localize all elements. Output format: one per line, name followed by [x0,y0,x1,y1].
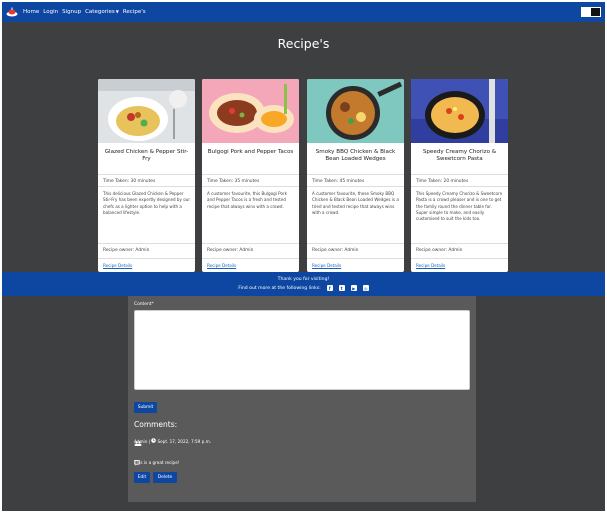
recipe-owner: Recipe owner: Admin [312,248,359,253]
recipe-description: This delicious Glazed Chicken & Pepper S… [103,191,191,215]
recipe-details-link[interactable]: Recipe Details [312,263,341,268]
recipe-time: Time Taken: 35 minutes [207,179,260,184]
comments-heading: Comments: [134,420,178,429]
comment-date: Sept. 17, 2022, 7:59 p.m. [157,438,212,444]
card-divider [202,243,299,244]
page-title: Recipe's [277,36,330,51]
recipe-owner: Recipe owner: Admin [416,248,463,253]
recipe-title: Smoky BBQ Chicken & Black Bean Loaded We… [315,149,396,163]
clock-icon [151,438,157,444]
content-label: Content* [134,302,154,307]
card-divider [411,186,508,187]
footer-thanks: Thank you for visiting! [277,277,330,282]
nav-login-link[interactable]: Login [43,9,58,15]
logo-icon[interactable] [5,5,19,19]
recipe-card: Glazed Chicken & Pepper Stir-Fry Time Ta… [98,79,195,272]
delete-button[interactable]: Delete [153,472,177,483]
recipe-description: A customer favourite, this Bulgogi Pork … [207,191,288,209]
card-divider [98,174,195,175]
caret-down-icon: ▼ [115,9,119,14]
recipe-card: Speedy Creamy Chorizo & Sweetcorn Pasta … [411,79,508,272]
toggle-dark-half [591,8,600,16]
nav-recipes-link[interactable]: Recipe's [123,9,146,15]
card-divider [202,258,299,259]
recipe-time: Time Taken: 45 minutes [312,179,365,184]
recipe-title: Speedy Creamy Chorizo & Sweetcorn Pasta [422,149,497,163]
card-divider [411,174,508,175]
card-divider [307,258,404,259]
submit-button[interactable]: Submit [134,402,157,413]
edit-button[interactable]: Edit [134,472,150,483]
card-divider [307,186,404,187]
site-footer: Thank you for visiting! Find out more at… [2,272,605,296]
recipe-card: Bulgogi Pork and Pepper Tacos Time Taken… [202,79,299,272]
recipe-title: Glazed Chicken & Pepper Stir-Fry [104,149,189,163]
comment-content-input[interactable] [134,310,470,390]
facebook-icon[interactable]: f [326,285,333,291]
nav-categories-label: Categories [85,9,115,15]
recipe-image[interactable] [411,79,508,143]
nav-signup-link[interactable]: Signup [62,9,81,15]
recipe-time: Time Taken: 20 minutes [416,179,469,184]
recipe-time: Time Taken: 30 minutes [103,179,156,184]
card-divider [202,174,299,175]
comment-panel: Content* Submit Comments: Admin | Sept. … [128,296,476,502]
card-divider [98,243,195,244]
nav-categories-dropdown[interactable]: Categories▼ [85,9,119,15]
comment-meta: Admin | Sept. 17, 2022, 7:59 p.m. [134,438,211,444]
page-frame: Home Login Signup Categories▼ Recipe's R… [2,2,605,511]
footer-links-row: Find out more at the following links: f … [2,285,605,291]
recipe-description: This Speedy Creamy Chorizo & Sweetcorn P… [416,191,503,222]
card-divider [411,258,508,259]
recipe-title: Bulgogi Pork and Pepper Tacos [207,149,294,155]
twitter-icon[interactable]: t [338,285,345,291]
card-divider [307,243,404,244]
instagram-icon[interactable]: ◎ [362,285,369,291]
footer-find-more: Find out more at the following links: [238,285,321,291]
recipe-owner: Recipe owner: Admin [207,248,254,253]
recipe-image[interactable] [98,79,195,143]
recipe-image[interactable] [307,79,404,143]
card-divider [307,174,404,175]
recipe-description: A customer favourite, these Smoky BBQ Ch… [312,191,399,215]
nav-home-link[interactable]: Home [23,9,39,15]
youtube-icon[interactable]: ▶ [350,285,357,291]
theme-toggle[interactable] [581,7,601,17]
comment-body: This is a great recipe! [134,460,180,465]
toggle-light-half [582,8,591,16]
recipe-image[interactable] [202,79,299,143]
recipe-owner: Recipe owner: Admin [103,248,150,253]
recipe-details-link[interactable]: Recipe Details [207,263,236,268]
card-divider [98,186,195,187]
card-divider [98,258,195,259]
recipe-details-link[interactable]: Recipe Details [103,263,132,268]
card-divider [411,243,508,244]
comment-author: Admin [134,438,148,444]
recipe-card: Smoky BBQ Chicken & Black Bean Loaded We… [307,79,404,272]
card-divider [202,186,299,187]
top-navbar: Home Login Signup Categories▼ Recipe's [2,2,605,22]
recipe-details-link[interactable]: Recipe Details [416,263,445,268]
